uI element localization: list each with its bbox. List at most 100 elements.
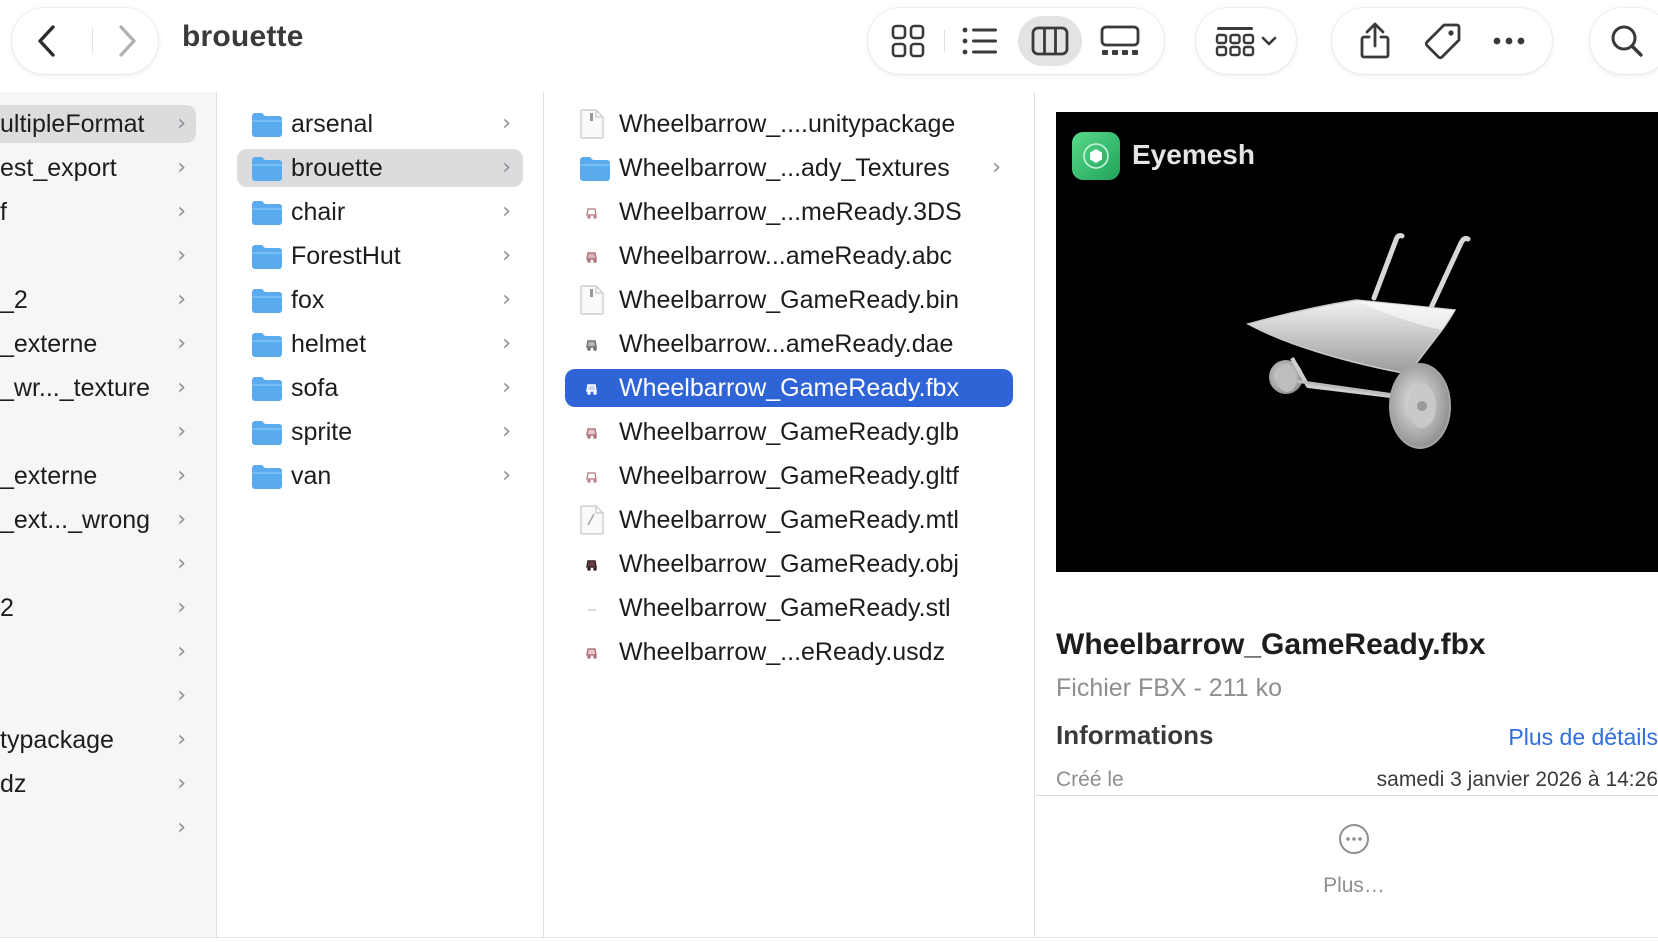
chevron-right-icon: › <box>502 419 511 444</box>
folders-column[interactable]: arsenal › brouette › chair › ForestHut › fox… <box>217 92 543 938</box>
file-item[interactable]: Wheelbarrow_GameReady.gltf <box>565 457 1013 495</box>
ellipsis-icon <box>1493 37 1525 45</box>
list-item[interactable]: › <box>0 413 196 451</box>
folder-item[interactable]: chair › <box>237 193 523 231</box>
preview-pane: Eyemesh Wheelbarrow_GameReady.fbx Fichie… <box>1036 92 1658 938</box>
chevron-right-icon: › <box>177 199 186 224</box>
group-by-button[interactable] <box>1196 8 1296 74</box>
more-details-link[interactable]: Plus de détails <box>1508 724 1658 751</box>
file-item[interactable]: Wheelbarrow_GameReady.mtl <box>565 501 1013 539</box>
wheelbarrow-model <box>1245 233 1471 449</box>
gallery-view-button[interactable] <box>1088 16 1152 66</box>
window-bottom-edge <box>0 937 1658 938</box>
created-label: Créé le <box>1056 768 1124 791</box>
folder-icon <box>252 377 282 401</box>
chevron-right-icon: › <box>502 111 511 136</box>
window-title: brouette <box>182 20 304 53</box>
file-item[interactable]: Wheelbarrow_....unitypackage <box>565 105 1013 143</box>
list-item[interactable]: est_export › <box>0 149 196 187</box>
model-file-icon <box>586 560 597 571</box>
chevron-right-icon: › <box>177 683 186 708</box>
chevron-right-icon: › <box>177 243 186 268</box>
list-item[interactable]: _externe › <box>0 325 196 363</box>
more-button[interactable]: Plus… <box>1304 822 1404 897</box>
folder-icon <box>252 333 282 357</box>
list-item[interactable]: dz › <box>0 765 196 803</box>
folder-icon <box>580 157 610 181</box>
folder-item[interactable]: van › <box>237 457 523 495</box>
list-item[interactable]: › <box>0 237 196 275</box>
folder-item[interactable]: fox › <box>237 281 523 319</box>
chevron-right-icon: › <box>177 771 186 796</box>
folder-item[interactable]: arsenal › <box>237 105 523 143</box>
folder-icon <box>252 201 282 225</box>
chevron-right-icon: › <box>502 331 511 356</box>
icon-view-button[interactable] <box>876 16 940 66</box>
chevron-right-icon: › <box>177 419 186 444</box>
chevron-right-icon: › <box>502 243 511 268</box>
file-item[interactable]: Wheelbarrow...ameReady.dae <box>565 325 1013 363</box>
file-item[interactable]: Wheelbarrow...ameReady.abc <box>565 237 1013 275</box>
stl-file-icon <box>588 609 596 611</box>
chevron-right-icon: › <box>502 155 511 180</box>
gallery-view-icon <box>1100 25 1140 55</box>
model-file-icon <box>586 252 597 263</box>
document-icon <box>580 285 604 315</box>
back-button[interactable] <box>14 8 80 74</box>
list-item[interactable]: typackage › <box>0 721 196 759</box>
tag-button[interactable] <box>1416 16 1470 66</box>
list-item[interactable]: › <box>0 633 196 671</box>
file-item[interactable]: Wheelbarrow_...eReady.usdz <box>565 633 1013 671</box>
files-column[interactable]: Wheelbarrow_....unitypackage Wheelbarrow… <box>544 92 1034 938</box>
chevron-right-icon: › <box>177 639 186 664</box>
folder-item[interactable]: helmet › <box>237 325 523 363</box>
share-icon <box>1360 22 1390 59</box>
file-item[interactable]: Wheelbarrow_GameReady.bin <box>565 281 1013 319</box>
model-preview[interactable]: Eyemesh <box>1056 112 1658 572</box>
more-actions-button[interactable] <box>1482 16 1536 66</box>
preview-file-kind: Fichier FBX - 211 ko <box>1056 674 1283 702</box>
chevron-right-icon: › <box>502 375 511 400</box>
list-item[interactable]: ultipleFormat › <box>0 105 196 143</box>
list-item[interactable]: › <box>0 545 196 583</box>
icon-grid-view-icon <box>891 24 925 58</box>
list-item[interactable]: › <box>0 809 196 847</box>
file-item[interactable]: Wheelbarrow_...meReady.3DS <box>565 193 1013 231</box>
folder-item[interactable]: sprite › <box>237 413 523 451</box>
folder-item[interactable]: brouette › <box>237 149 523 187</box>
file-item[interactable]: Wheelbarrow_GameReady.obj <box>565 545 1013 583</box>
chevron-right-icon <box>119 25 136 57</box>
list-item[interactable]: _externe › <box>0 457 196 495</box>
folder-item[interactable]: sofa › <box>237 369 523 407</box>
list-item[interactable]: _wr..._texture › <box>0 369 196 407</box>
list-item[interactable]: _ext..._wrong › <box>0 501 196 539</box>
file-item[interactable]: Wheelbarrow_GameReady.fbx <box>565 369 1013 407</box>
list-item[interactable]: _2 › <box>0 281 196 319</box>
finder-window: brouette ultipleFormat › est_export › f … <box>0 0 1658 942</box>
file-item[interactable]: Wheelbarrow_...ady_Textures › <box>565 149 1013 187</box>
file-item[interactable]: Wheelbarrow_GameReady.glb <box>565 413 1013 451</box>
list-item[interactable]: › <box>0 677 196 715</box>
model-file-icon <box>586 428 597 439</box>
list-item[interactable]: 2 › <box>0 589 196 627</box>
model-file-icon <box>586 384 597 395</box>
folder-icon <box>252 289 282 313</box>
share-button[interactable] <box>1348 16 1402 66</box>
list-view-button[interactable] <box>948 16 1012 66</box>
list-item[interactable]: f › <box>0 193 196 231</box>
model-file-icon <box>586 208 597 219</box>
more-button-label: Plus… <box>1323 874 1385 897</box>
column-view-button[interactable] <box>1018 16 1082 66</box>
preview-filename: Wheelbarrow_GameReady.fbx <box>1056 628 1486 661</box>
forward-button[interactable] <box>94 8 160 74</box>
nav-divider <box>92 28 93 54</box>
folder-item[interactable]: ForestHut › <box>237 237 523 275</box>
chevron-right-icon: › <box>177 815 186 840</box>
document-icon <box>580 109 604 139</box>
chevron-right-icon: › <box>502 199 511 224</box>
file-item[interactable]: Wheelbarrow_GameReady.stl <box>565 589 1013 627</box>
column-divider[interactable] <box>1034 92 1035 938</box>
parent-column[interactable]: ultipleFormat › est_export › f › › _2 › _ext… <box>0 92 216 938</box>
folder-icon <box>252 421 282 445</box>
search-button[interactable] <box>1590 8 1658 74</box>
